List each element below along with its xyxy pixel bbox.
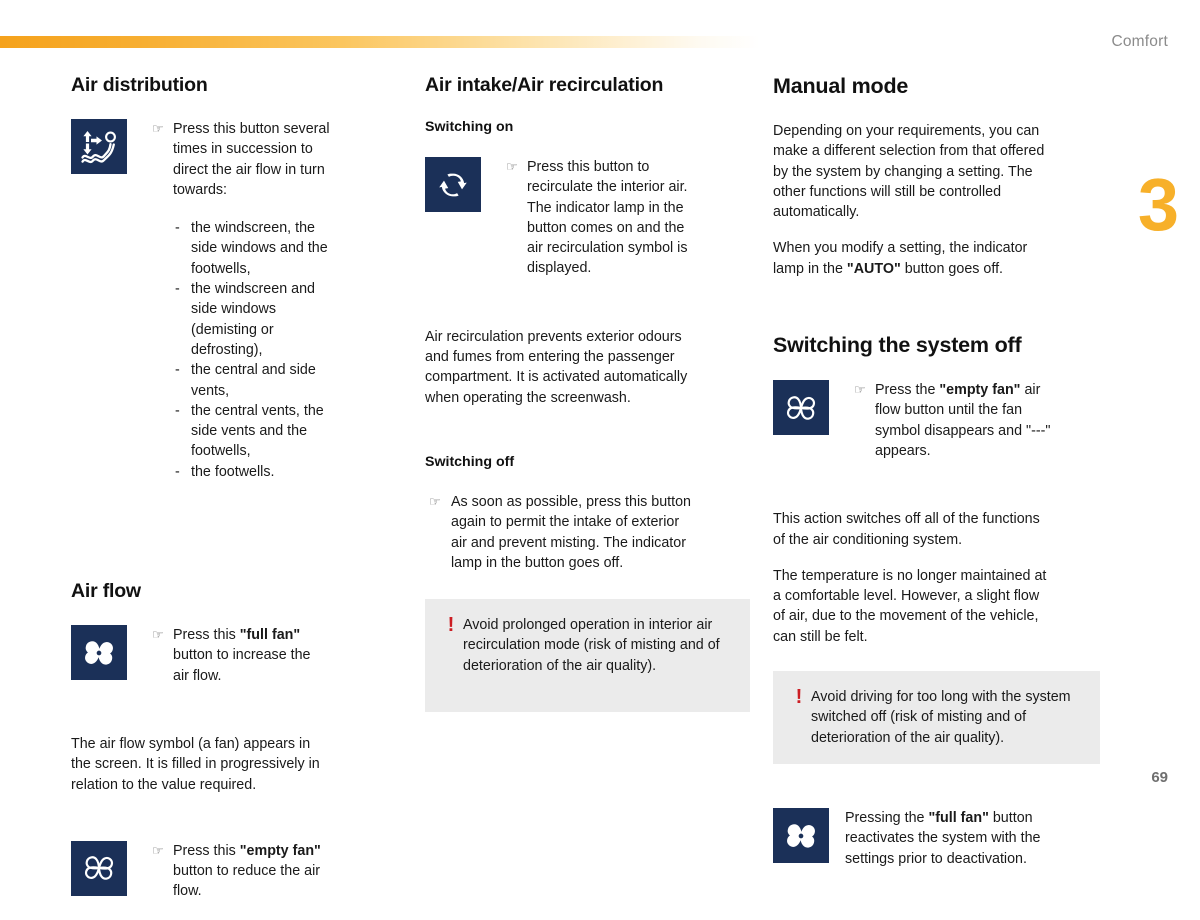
air-recirculation-icon: [425, 157, 481, 212]
column-two: Air intake/Air recirculation Switching o…: [355, 74, 750, 920]
system-off-instruction-block: ☞ Press the "empty fan" air flow button …: [773, 380, 1055, 461]
switching-off-instruction-text: As soon as possible, press this button a…: [451, 493, 692, 571]
air-distribution-instruction-text: Press this button several times in succe…: [173, 121, 330, 198]
air-distribution-icon: [71, 119, 127, 174]
system-off-paragraph-line-2: The temperature is no longer maintained …: [773, 567, 1047, 645]
text-bold: "empty fan": [939, 382, 1021, 399]
subtitle-switching-on: Switching on: [425, 119, 514, 135]
full-fan-instruction-text: Press this "full fan" button to increase…: [173, 625, 330, 686]
text-bold: "AUTO": [846, 260, 901, 277]
manual-mode-paragraph-2: When you modify a setting, the indicator…: [773, 238, 1055, 279]
pointing-hand-icon: ☞: [506, 159, 518, 174]
pointing-hand-icon: ☞: [152, 842, 164, 858]
column-one: Air distribution ☞ Press this button sev…: [0, 74, 355, 920]
air-flow-description: The air flow symbol (a fan) appears in t…: [71, 735, 320, 793]
pointing-hand-icon: ☞: [854, 382, 866, 398]
text-post: button goes off.: [900, 260, 1004, 277]
full-fan-icon: [71, 625, 127, 681]
page-title-manual-mode: Manual mode: [773, 74, 909, 98]
list-item: the footwells.: [174, 462, 330, 483]
text-post: button to increase the air flow.: [173, 647, 311, 684]
list-item: the windscreen and side windows (demisti…: [174, 279, 330, 360]
page-title-air-intake: Air intake/Air recirculation: [425, 74, 664, 96]
list-item: the central vents, the side vents and th…: [174, 401, 330, 462]
text-pre: Press this: [173, 627, 240, 644]
text-pre: Press the: [875, 382, 940, 399]
text-post: button to reduce the air flow.: [173, 863, 321, 900]
empty-fan-instruction-block: ☞ Press this "empty fan" button to reduc…: [71, 840, 330, 902]
full-fan-instruction-block: ☞ Press this "full fan" button to increa…: [71, 625, 330, 686]
page-columns: Air distribution ☞ Press this button sev…: [0, 74, 1200, 920]
pointing-hand-icon: ☞: [152, 121, 164, 136]
page-title-air-distribution: Air distribution: [71, 74, 208, 96]
subtitle-switching-off: Switching off: [425, 453, 515, 470]
empty-fan-icon: [71, 840, 127, 896]
air-distribution-targets-list: the windscreen, the side windows and the…: [174, 218, 330, 482]
full-fan-icon: [773, 808, 829, 864]
warning-text: Avoid prolonged operation in interior ai…: [463, 617, 720, 674]
column-three: Manual mode Depending on your requiremen…: [710, 74, 1130, 920]
pointing-hand-icon: ☞: [429, 493, 441, 509]
reactivate-system-block: Pressing the "full fan" button reactivat…: [773, 808, 1055, 869]
page-title-switching-system-off: Switching the system off: [773, 333, 1022, 358]
recirculation-instruction-block: ☞ Press this button to recirculate the i…: [425, 157, 695, 279]
page-title-air-flow: Air flow: [71, 580, 141, 603]
empty-fan-instruction-text: Press this "empty fan" button to reduce …: [173, 841, 330, 902]
manual-mode-paragraph-1: Depending on your requirements, you can …: [773, 123, 1045, 221]
page-header-title: Comfort: [1111, 33, 1168, 50]
warning-box-recirculation: ! Avoid prolonged operation in interior …: [425, 599, 750, 713]
air-distribution-instruction-block: ☞ Press this button several times in suc…: [71, 119, 330, 200]
system-off-paragraph-line-1: This action switches off all of the func…: [773, 511, 1040, 548]
text-pre: Pressing the: [845, 810, 929, 827]
empty-fan-icon: [773, 380, 829, 436]
list-item: the central and side vents,: [174, 360, 330, 401]
pointing-hand-icon: ☞: [152, 627, 164, 643]
text-bold: "empty fan": [239, 842, 321, 859]
air-recirculation-description: Air recirculation prevents exterior odou…: [425, 328, 688, 406]
text-bold: "full fan": [239, 627, 301, 644]
header-accent-band: [0, 36, 760, 48]
text-bold: "full fan": [928, 810, 989, 827]
text-pre: Press this: [173, 842, 240, 859]
warning-exclamation-icon: !: [447, 614, 455, 637]
recirculation-instruction-text: Press this button to recirculate the int…: [527, 159, 688, 277]
warning-text: Avoid driving for too long with the syst…: [811, 689, 1071, 746]
warning-exclamation-icon: !: [795, 686, 803, 709]
warning-box-system-off: ! Avoid driving for too long with the sy…: [773, 671, 1100, 765]
system-off-instruction-text: Press the "empty fan" air flow button un…: [875, 380, 1055, 461]
switching-off-instruction-block: ☞ As soon as possible, press this button…: [425, 492, 695, 573]
reactivate-system-text: Pressing the "full fan" button reactivat…: [845, 808, 1055, 869]
list-item: the windscreen, the side windows and the…: [174, 218, 330, 279]
